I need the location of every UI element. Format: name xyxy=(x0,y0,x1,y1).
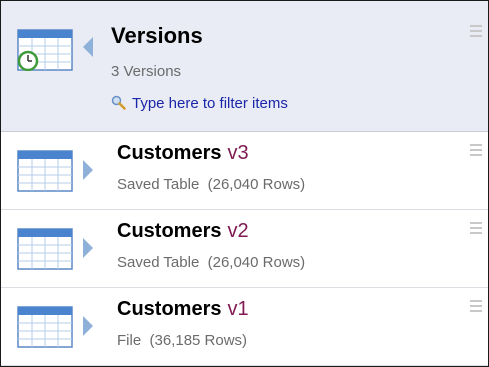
clock-table-icon xyxy=(17,29,73,71)
table-icon xyxy=(17,228,73,270)
version-detail: Saved Table (26,040 Rows) xyxy=(117,254,306,271)
version-title: Customers v3 xyxy=(117,142,249,165)
version-title: Customers v1 xyxy=(117,298,249,321)
table-icon xyxy=(17,150,73,192)
version-detail: Saved Table (26,040 Rows) xyxy=(117,176,306,193)
expand-arrow-icon[interactable] xyxy=(83,238,93,258)
row-menu-icon[interactable] xyxy=(470,222,482,236)
version-row[interactable]: Customers v3 Saved Table (26,040 Rows) xyxy=(1,132,488,210)
version-label: v3 xyxy=(227,142,249,164)
header-menu-icon[interactable] xyxy=(470,25,482,39)
version-label: v1 xyxy=(227,298,249,320)
expand-arrow-icon[interactable] xyxy=(83,316,93,336)
filter-placeholder: Type here to filter items xyxy=(132,95,288,112)
table-icon xyxy=(17,306,73,348)
version-label: v2 xyxy=(227,220,249,242)
table-name: Customers xyxy=(117,298,222,320)
versions-panel: Versions 3 Versions Type here to filter … xyxy=(0,0,489,367)
version-detail: File (36,185 Rows) xyxy=(117,332,248,349)
expand-arrow-icon[interactable] xyxy=(83,160,93,180)
table-name: Customers xyxy=(117,220,222,242)
version-row[interactable]: Customers v1 File (36,185 Rows) xyxy=(1,288,488,366)
version-row[interactable]: Customers v2 Saved Table (26,040 Rows) xyxy=(1,210,488,288)
row-menu-icon[interactable] xyxy=(470,300,482,314)
row-menu-icon[interactable] xyxy=(470,144,482,158)
versions-header: Versions 3 Versions Type here to filter … xyxy=(1,1,488,132)
page-title: Versions xyxy=(111,23,203,48)
table-name: Customers xyxy=(117,142,222,164)
version-title: Customers v2 xyxy=(117,220,249,243)
filter-input[interactable]: Type here to filter items xyxy=(111,95,288,112)
versions-count: 3 Versions xyxy=(111,63,182,80)
search-icon xyxy=(111,95,126,110)
back-arrow-icon[interactable] xyxy=(83,37,93,57)
